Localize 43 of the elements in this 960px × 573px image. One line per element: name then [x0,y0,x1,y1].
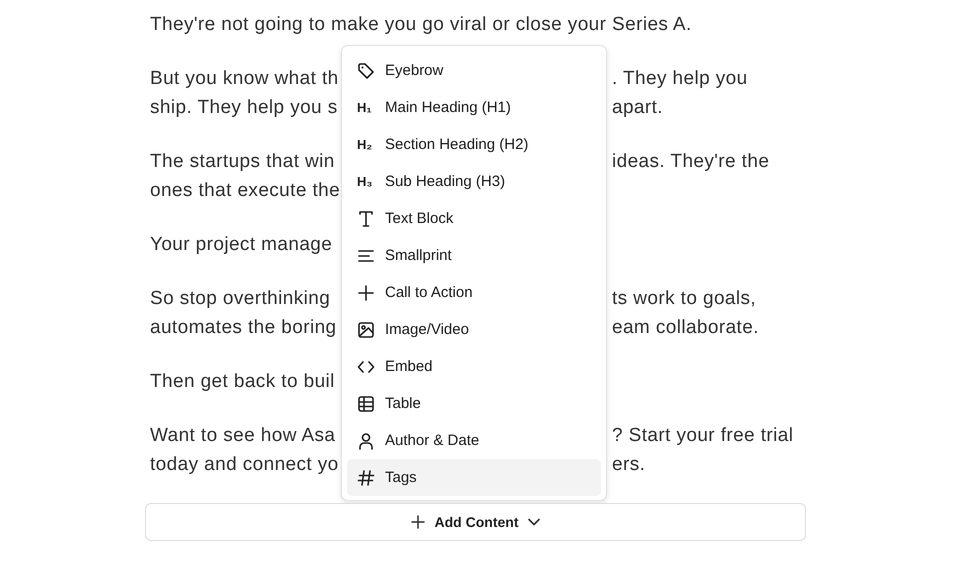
text-icon [357,210,375,228]
heading-icon: H₂ [357,137,375,152]
menu-item[interactable]: Call to Action [347,274,601,311]
text-line: Your project manage [150,233,332,257]
text-line: eam collaborate. [611,316,759,340]
text-line: ones that execute the [150,179,340,203]
text-line: But you know what th [150,67,339,91]
hash-icon [357,468,375,486]
menu-item[interactable]: Image/Video [347,311,601,348]
text-line: apart. [611,96,663,120]
text-line: ? Start your free trial [611,424,794,448]
menu-item[interactable]: Tags [347,459,601,496]
text-line: Want to see how Asa [150,424,336,448]
tag-icon [357,62,375,80]
menu-item[interactable]: Text Block [347,200,601,237]
text-line: ideas. They're the [611,150,770,174]
text-line: They're not going to make you go viral or close your Series A. [150,13,692,37]
text-line: ship. They help you s [150,96,338,120]
menu-item[interactable]: Author & Date [347,422,601,459]
text-line: Then get back to buil [150,370,335,394]
menu-item[interactable]: Table [347,385,601,422]
text-line: automates the boring [150,316,337,340]
table-icon [357,394,375,412]
menu-item[interactable]: H₁ Main Heading (H1) [347,89,601,126]
chevron-down-icon [528,518,540,526]
plus-icon [357,284,375,302]
text-line: The startups that win [150,150,335,174]
menu-item[interactable]: Eyebrow [347,52,601,89]
text-line: So stop overthinking [150,287,330,311]
text-line: ts work to goals, [611,287,756,311]
menu-item[interactable]: Embed [347,348,601,385]
image-icon [357,320,375,338]
person-icon [357,432,375,450]
heading-icon: H₃ [357,174,375,189]
heading-icon: H₁ [357,100,375,115]
text-line: . They help you [611,67,748,91]
menu-item[interactable]: H₃ Sub Heading (H3) [347,163,601,200]
text-line: ers. [611,453,646,477]
menu-item[interactable]: H₂ Section Heading (H2) [347,126,601,163]
menu-item[interactable]: Smallprint [347,237,601,274]
add-content-button[interactable]: Add Content [145,503,806,541]
plus-icon [410,515,424,529]
text-line: today and connect yo [150,453,339,477]
